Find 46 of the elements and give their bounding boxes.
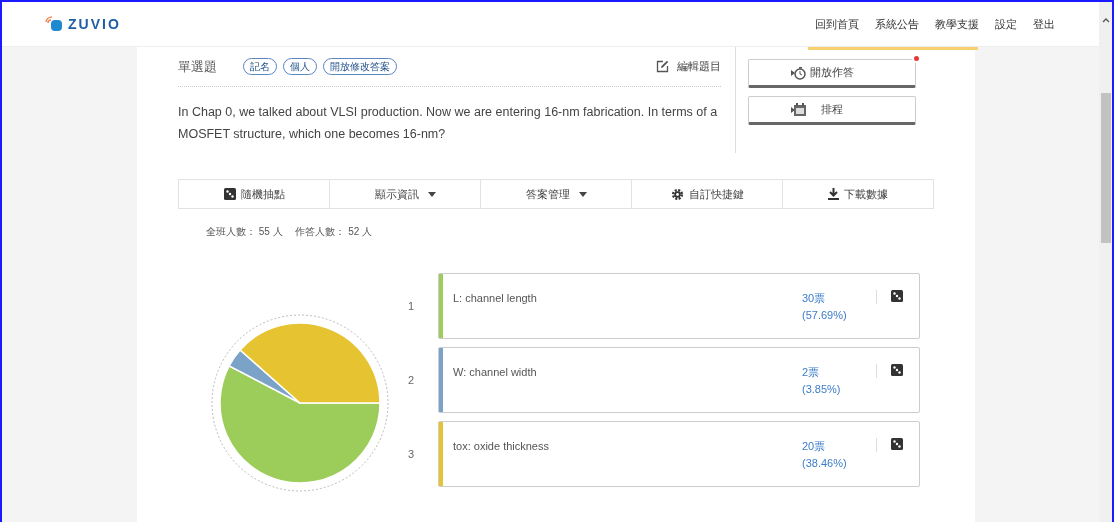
edit-icon [656,60,669,73]
nav-link[interactable]: 教學支援 [935,15,979,33]
option-text: W: channel width [453,365,538,380]
option-card[interactable]: L: channel length 30票 (57.69%) [438,273,920,339]
vote-count: 20票 [802,439,827,454]
calendar-icon [791,102,807,117]
stopwatch-icon [791,65,807,80]
vote-percent: (3.85%) [802,382,842,397]
toolbar-button[interactable]: 顯示資訊 [329,180,480,208]
option-number: 3 [408,446,416,462]
option-text: tox: oxide thickness [453,439,550,454]
toolbar-button[interactable]: 下載數據 [782,180,933,208]
vote-percent: (57.69%) [802,308,848,323]
dice-icon [891,364,903,376]
caret-icon [578,191,587,197]
dice-icon [891,290,903,302]
option-number: 2 [408,372,416,388]
scrollbar[interactable] [1099,2,1112,522]
dice-icon [223,188,236,200]
toolbar-button[interactable]: 答案管理 [480,180,631,208]
action-button[interactable]: 排程 [748,96,916,125]
question-text: In Chap 0, we talked about VLSI production. Now we are entering 16-nm fabrication. In terms of a MOSFET structure, which one becomes 16-nm? [178,104,719,143]
class-stats: 全班人數： 55 人 作答人數： 52 人 [206,225,374,239]
vote-count: 2票 [802,365,821,380]
settings-icon [670,187,684,201]
option-card[interactable]: W: channel width 2票 (3.85%) [438,347,920,413]
nav-link[interactable]: 回到首頁 [815,15,859,33]
scroll-up-icon[interactable] [1101,17,1110,23]
vote-percent: (38.46%) [802,456,848,471]
logo-icon [44,16,64,32]
toolbar-button[interactable]: 隨機抽點 [179,180,329,208]
vote-count: 30票 [802,291,827,306]
dice-icon [891,438,903,450]
download-icon [828,188,839,200]
option-text: L: channel length [453,291,538,306]
scrollbar-thumb[interactable] [1100,93,1111,243]
logo-text: ZUVIO [68,14,121,34]
option-card[interactable]: tox: oxide thickness 20票 (38.46%) [438,421,920,487]
nav-link[interactable]: 登出 [1033,15,1055,33]
nav-link[interactable]: 系統公告 [875,15,919,33]
question-type: 單選題 [178,57,217,76]
option-number: 1 [408,298,416,314]
nav-link[interactable]: 設定 [995,15,1017,33]
edit-question-button[interactable]: 編輯題目 [656,58,721,75]
toolbar-button[interactable]: 自訂快捷鍵 [631,180,782,208]
caret-icon [427,191,436,197]
